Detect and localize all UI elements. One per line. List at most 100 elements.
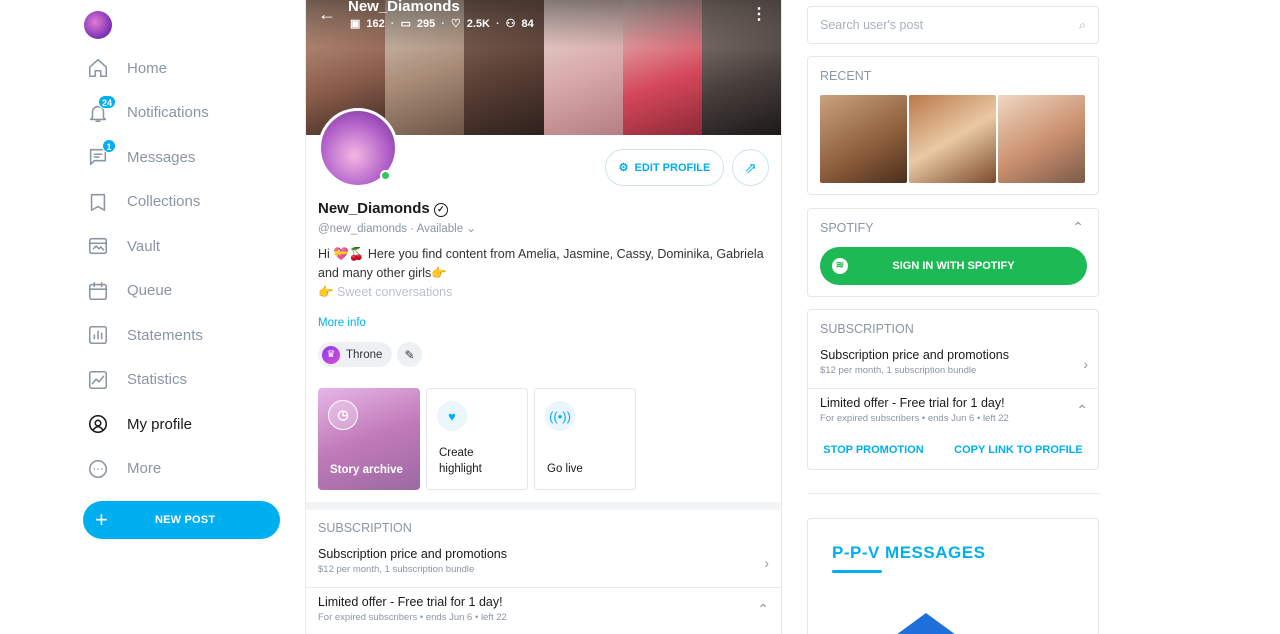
chevron-right-icon: › [1083,356,1088,372]
recent-thumbnails [820,95,1085,183]
nav-item-notifications[interactable]: 24 Notifications [86,91,209,136]
nav-item-statements[interactable]: Statements [86,313,209,358]
bio-line: Hi 💝🍒 Here you find content from Amelia,… [318,247,764,261]
subscription-heading: SUBSCRIPTION [820,322,914,336]
nav-label: Collections [127,193,201,211]
more-info-link[interactable]: More info [318,317,366,329]
bio-line: 👉 Sweet conversations [318,285,453,299]
fans-count: 84 [521,17,534,30]
kebab-menu-icon[interactable]: ⋮ [751,4,767,24]
chevron-up-icon: ⌃ [1076,402,1088,418]
availability-status[interactable]: Available [417,223,463,235]
recent-thumbnail[interactable] [909,95,996,183]
broadcast-icon: ((•)) [545,401,575,431]
row-title: Limited offer - Free trial for 1 day! [318,595,503,609]
home-icon [86,56,110,80]
nav-label: Statements [127,326,203,344]
recent-thumbnail[interactable] [820,95,907,183]
chevron-down-icon[interactable]: ⌄ [466,223,476,235]
subscription-price-row[interactable]: Subscription price and promotions $12 pe… [318,547,773,575]
nav-label: Home [127,59,168,77]
share-icon: ⇗ [744,159,757,177]
row-subtitle: $12 per month, 1 subscription bundle [318,564,475,575]
edit-links-button[interactable]: ✎ [397,342,422,367]
throne-label: Throne [346,348,383,361]
nav-item-messages[interactable]: 1 Messages [86,135,209,180]
search-icon: ⌕ [1078,17,1086,32]
profile-name-text: New_Diamonds [318,200,430,217]
chevron-up-icon: ⌃ [757,601,769,617]
recent-heading: RECENT [820,69,872,83]
recent-thumbnail[interactable] [998,95,1085,183]
dot-separator: · [496,17,500,30]
stop-promotion-button[interactable]: STOP PROMOTION [823,444,923,456]
profile-bio: Hi 💝🍒 Here you find content from Amelia,… [318,245,773,302]
story-archive-label: Story archive [330,464,403,476]
user-avatar[interactable] [84,11,112,39]
row-subtitle: For expired subscribers • ends Jun 6 • l… [318,612,507,623]
sidebar-nav: Home 24 Notifications 1 Messages Collect… [0,0,304,634]
copy-link-button[interactable]: COPY LINK TO PROFILE [954,444,1083,456]
clock-icon: ◷ [328,400,358,430]
subscription-price-row[interactable]: Subscription price and promotions $12 pe… [820,348,1088,376]
section-divider [306,502,781,510]
nav-item-vault[interactable]: Vault [86,224,209,269]
image-icon: ▣ [350,18,361,30]
row-title: Subscription price and promotions [820,348,1009,362]
promotion-actions: STOP PROMOTION COPY LINK TO PROFILE [808,444,1098,456]
new-post-button[interactable]: + NEW POST [83,501,280,539]
profile-handle: @new_diamonds [318,223,408,235]
right-sidebar: Search user's post ⌕ RECENT SPOTIFY ⌃ ≋ … [807,0,1099,634]
back-arrow-icon[interactable]: ← [318,4,336,25]
throne-chip[interactable]: ♛ Throne [318,342,393,367]
dot-separator: · [390,17,395,30]
nav-item-collections[interactable]: Collections [86,180,209,225]
heart-icon: ♡ [450,18,461,30]
limited-offer-row[interactable]: Limited offer - Free trial for 1 day! Fo… [820,396,1088,424]
create-highlight-card[interactable]: ♥ Create highlight [426,388,528,490]
online-indicator [380,170,391,181]
calendar-icon [86,279,110,303]
video-icon: ▭ [400,18,411,30]
pencil-icon: ✎ [404,347,415,362]
limited-offer-row[interactable]: Limited offer - Free trial for 1 day! Fo… [318,595,773,623]
row-subtitle: $12 per month, 1 subscription bundle [820,365,977,376]
nav-item-statistics[interactable]: Statistics [86,358,209,403]
vault-icon [86,234,110,258]
row-divider [306,587,781,588]
spotify-signin-button[interactable]: ≋ SIGN IN WITH SPOTIFY [820,247,1087,285]
search-input[interactable]: Search user's post ⌕ [807,6,1099,44]
nav-item-queue[interactable]: Queue [86,269,209,314]
nav-item-more[interactable]: More [86,447,209,492]
row-title: Subscription price and promotions [318,547,507,561]
go-live-card[interactable]: ((•)) Go live [534,388,636,490]
statistics-icon [86,368,110,392]
spotify-signin-label: SIGN IN WITH SPOTIFY [892,260,1015,272]
chevron-up-icon[interactable]: ⌃ [1072,219,1084,236]
profile-main: ← New_Diamonds ▣ 162 · ▭ 295 · ♡ 2.5K · ⚇ 84… [305,0,782,634]
profile-icon [86,412,110,436]
ppv-title: P-P-V MESSAGES [832,543,986,562]
search-placeholder: Search user's post [820,18,924,32]
story-archive-card[interactable]: ◷ Story archive [318,388,420,490]
row-subtitle: For expired subscribers • ends Jun 6 • l… [820,413,1009,424]
create-highlight-label: Create highlight [439,447,482,475]
share-button[interactable]: ⇗ [732,149,769,186]
go-live-label: Go live [547,463,583,475]
fans-icon: ⚇ [505,18,516,30]
ppv-messages-card[interactable]: P-P-V MESSAGES [807,518,1099,634]
nav-label: More [127,460,162,478]
plus-icon: + [95,507,108,532]
gear-icon: ⚙ [618,162,629,174]
cover-title: New_Diamonds [348,0,460,15]
verified-icon: ✓ [433,203,448,217]
profile-avatar[interactable] [318,108,398,188]
likes-count: 2.5K [466,17,490,30]
recent-card: RECENT [807,56,1099,195]
edit-profile-label: EDIT PROFILE [634,161,711,174]
nav-item-home[interactable]: Home [86,46,209,91]
nav-item-my-profile[interactable]: My profile [86,402,209,447]
throne-icon: ♛ [322,345,340,364]
edit-profile-button[interactable]: ⚙ EDIT PROFILE [605,149,724,186]
images-count: 162 [366,17,385,30]
